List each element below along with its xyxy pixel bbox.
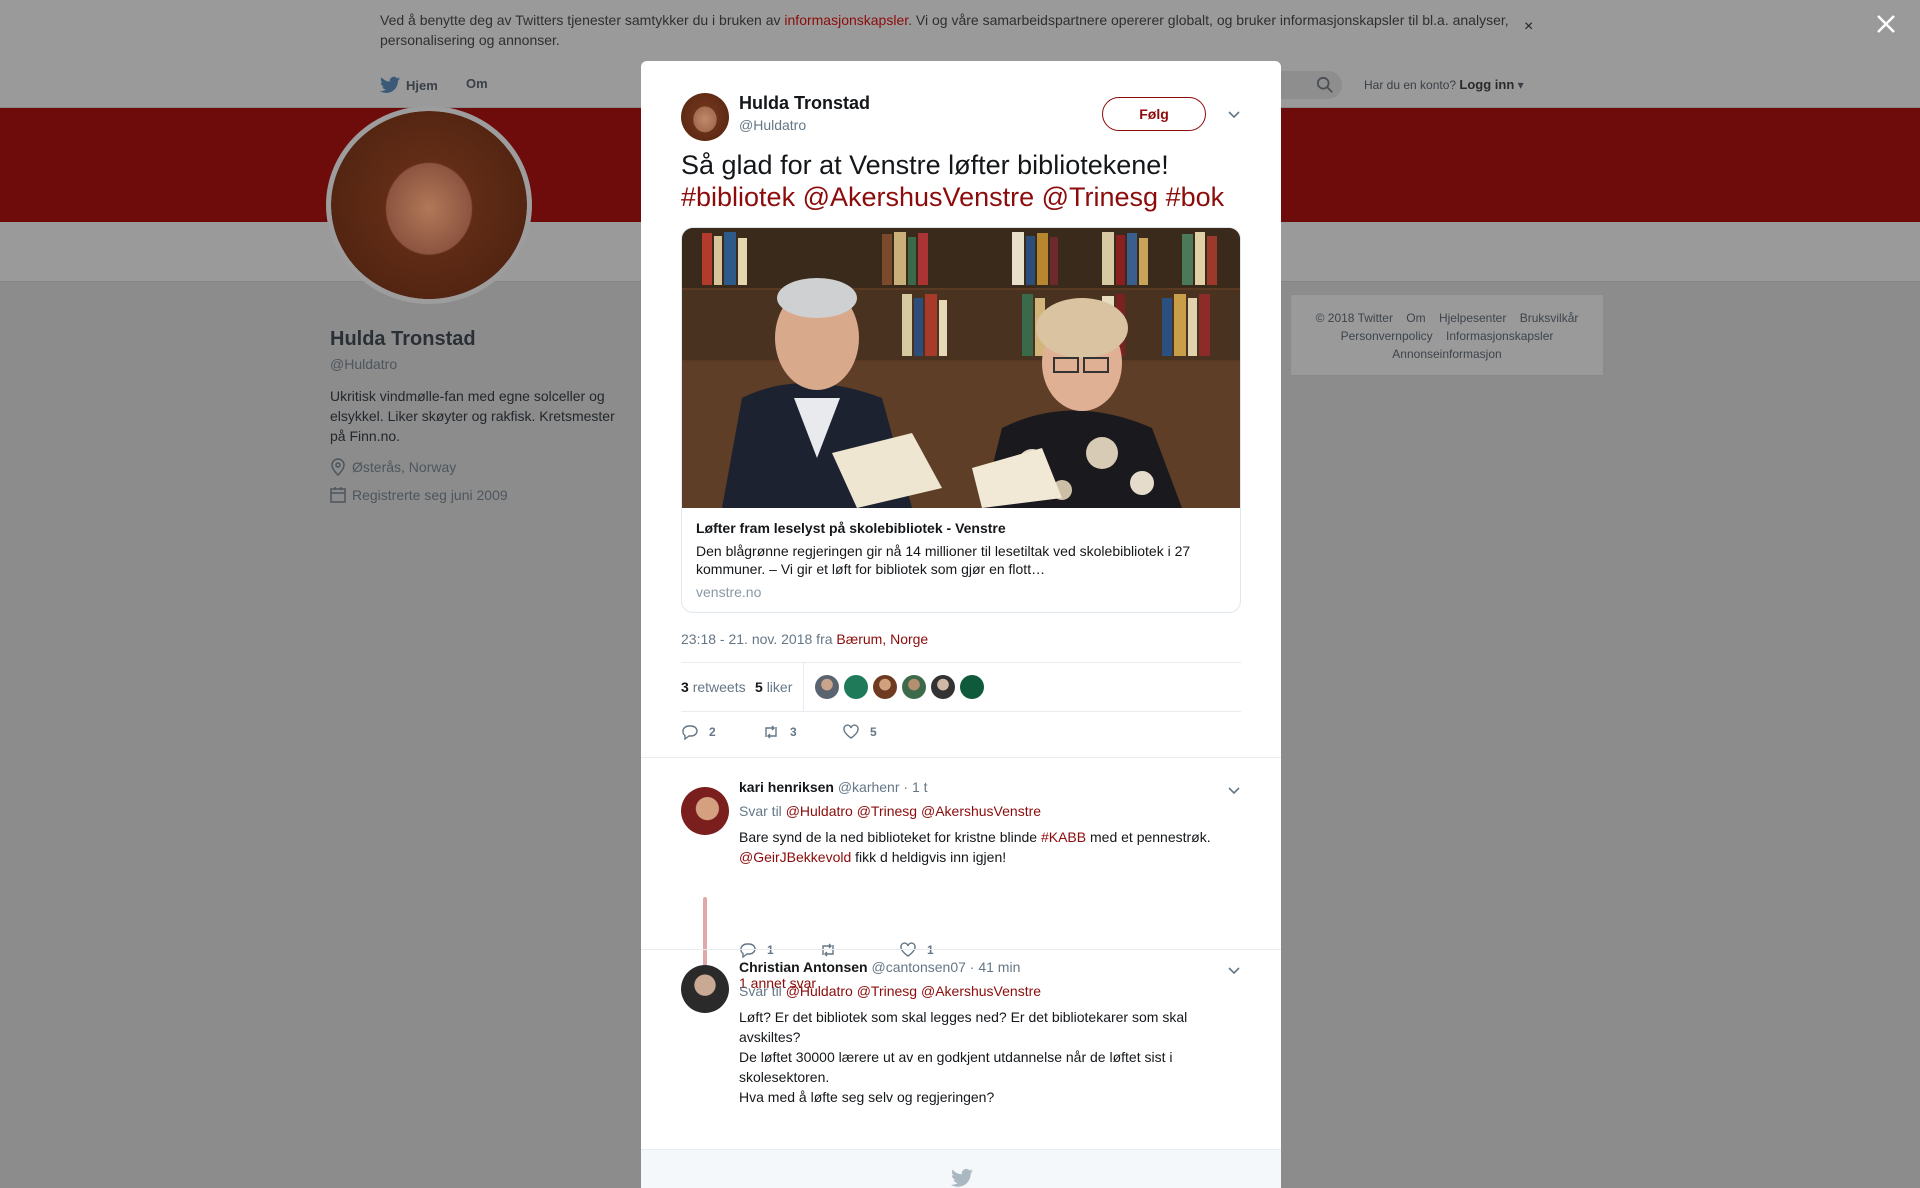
nav-home[interactable]: Hjem xyxy=(380,76,438,94)
calendar-icon xyxy=(330,487,346,503)
liker-avatar[interactable] xyxy=(815,675,839,699)
reply-to: Svar til @Huldatro @Trinesg @AkershusVen… xyxy=(739,983,1042,999)
reply-time[interactable]: · 41 min xyxy=(970,959,1021,975)
site-footer: © 2018 Twitter Om Hjelpesenter Bruksvilk… xyxy=(1290,294,1604,376)
profile-avatar[interactable] xyxy=(326,106,532,304)
profile-joined: Registrerte seg juni 2009 xyxy=(330,486,508,504)
hashtag-bibliotek[interactable]: #bibliotek xyxy=(681,182,795,212)
mention-link[interactable]: @Huldatro xyxy=(786,983,853,999)
heart-icon xyxy=(843,724,859,739)
tweet-place-link[interactable]: Bærum, Norge xyxy=(836,631,928,647)
mention-link[interactable]: @AkershusVenstre xyxy=(921,803,1041,819)
card-title[interactable]: Løfter fram leselyst på skolebibliotek -… xyxy=(696,520,1006,536)
footer-about-link[interactable]: Om xyxy=(1406,311,1425,325)
profile-location: Østerås, Norway xyxy=(330,458,456,476)
heart-icon xyxy=(900,942,916,957)
footer-cookies-link[interactable]: Informasjonskapsler xyxy=(1446,329,1553,343)
card-description: Den blågrønne regjeringen gir nå 14 mill… xyxy=(696,543,1191,577)
reply-text: Bare synd de la ned biblioteket for kris… xyxy=(739,829,1211,865)
reply-button[interactable]: 1 xyxy=(739,941,774,959)
mention-akershusvenstre[interactable]: @AkershusVenstre xyxy=(803,182,1035,212)
reply-header: Christian Antonsen @cantonsen07 · 41 min xyxy=(739,959,1020,975)
profile-handle[interactable]: @Huldatro xyxy=(330,356,397,372)
chevron-down-icon[interactable] xyxy=(1227,783,1241,797)
retweet-icon xyxy=(765,725,777,739)
footer-copyright: © 2018 Twitter xyxy=(1315,311,1393,325)
retweet-button[interactable]: 3 xyxy=(762,723,797,741)
retweet-icon xyxy=(822,943,834,957)
mention-trinesg[interactable]: @Trinesg xyxy=(1042,182,1158,212)
profile-name: Hulda Tronstad xyxy=(330,328,476,350)
likes-stat[interactable]: 5 liker xyxy=(755,679,792,695)
hashtag-bok[interactable]: #bok xyxy=(1166,182,1225,212)
link-card[interactable]: Løfter fram leselyst på skolebibliotek -… xyxy=(681,227,1241,613)
reply-author-name[interactable]: Christian Antonsen xyxy=(739,959,868,975)
modal-footer xyxy=(641,1149,1281,1188)
tweet-author-name[interactable]: Hulda Tronstad xyxy=(739,93,870,114)
card-domain[interactable]: venstre.no xyxy=(696,584,761,600)
reply-avatar[interactable] xyxy=(681,787,729,835)
close-modal-icon[interactable] xyxy=(1874,12,1898,36)
tweet-modal: Hulda Tronstad @Huldatro Følg Så glad fo… xyxy=(641,61,1281,1188)
twitter-bird-icon xyxy=(380,76,400,93)
liker-avatar[interactable] xyxy=(960,675,984,699)
caret-down-icon: ▾ xyxy=(1517,78,1524,92)
profile-bio: Ukritisk vindmølle-fan med egne solcelle… xyxy=(330,388,615,444)
reply-icon xyxy=(740,943,756,959)
footer-privacy-link[interactable]: Personvernpolicy xyxy=(1341,329,1433,343)
tweet-timestamp: 23:18 - 21. nov. 2018 fra Bærum, Norge xyxy=(681,631,929,647)
liker-avatar[interactable] xyxy=(873,675,897,699)
follow-button[interactable]: Følg xyxy=(1102,97,1206,131)
footer-terms-link[interactable]: Bruksvilkår xyxy=(1520,311,1579,325)
tweet-stats: 3 retweets 5 liker xyxy=(681,662,1241,712)
like-button[interactable]: 1 xyxy=(899,941,934,959)
chevron-down-icon[interactable] xyxy=(1227,107,1241,121)
mention-link[interactable]: @Trinesg xyxy=(857,803,917,819)
retweets-stat[interactable]: 3 retweets xyxy=(681,679,746,695)
retweet-button[interactable] xyxy=(819,941,847,959)
liker-avatar[interactable] xyxy=(902,675,926,699)
search-icon[interactable] xyxy=(1316,76,1334,94)
footer-ads-link[interactable]: Annonseinformasjon xyxy=(1392,347,1501,361)
hashtag-link[interactable]: #KABB xyxy=(1041,829,1086,845)
reply-author-handle[interactable]: @cantonsen07 xyxy=(872,959,966,975)
mention-link[interactable]: @Huldatro xyxy=(786,803,853,819)
mention-link[interactable]: @GeirJBekkevold xyxy=(739,849,851,865)
location-pin-icon xyxy=(331,458,345,476)
reply-button[interactable]: 2 xyxy=(681,723,716,741)
mention-link[interactable]: @AkershusVenstre xyxy=(921,983,1041,999)
reply-author-handle[interactable]: @karhenr xyxy=(838,779,900,795)
twitter-bird-icon xyxy=(951,1168,973,1187)
tweet-author-avatar[interactable] xyxy=(681,93,729,141)
like-button[interactable]: 5 xyxy=(842,723,877,741)
tweet-text: Så glad for at Venstre løfter biblioteke… xyxy=(681,150,1225,212)
reply-avatar[interactable] xyxy=(681,965,729,1013)
cookie-link[interactable]: informasjonskapsler xyxy=(784,12,908,28)
chevron-down-icon[interactable] xyxy=(1227,963,1241,977)
card-photo xyxy=(682,228,1240,508)
reply-text: Løft? Er det bibliotek som skal legges n… xyxy=(739,1009,1188,1105)
reply-icon xyxy=(682,725,698,741)
login-menu[interactable]: Har du en konto? Logg inn ▾ xyxy=(1364,77,1524,92)
reply-author-name[interactable]: kari henriksen xyxy=(739,779,834,795)
reply-to: Svar til @Huldatro @Trinesg @AkershusVen… xyxy=(739,803,1042,819)
cookie-text: Ved å benytte deg av Twitters tjenester … xyxy=(380,12,1509,48)
nav-about[interactable]: Om xyxy=(466,76,488,91)
cookie-close-button[interactable]: × xyxy=(1524,18,1533,36)
mention-link[interactable]: @Trinesg xyxy=(857,983,917,999)
liker-avatar[interactable] xyxy=(844,675,868,699)
liker-avatar[interactable] xyxy=(931,675,955,699)
cookie-banner: Ved å benytte deg av Twitters tjenester … xyxy=(0,0,1920,62)
tweet-author-handle[interactable]: @Huldatro xyxy=(739,117,806,133)
likers-avatars xyxy=(815,675,984,699)
footer-help-link[interactable]: Hjelpesenter xyxy=(1439,311,1506,325)
reply-header: kari henriksen @karhenr · 1 t xyxy=(739,779,928,795)
reply-time[interactable]: · 1 t xyxy=(903,779,927,795)
